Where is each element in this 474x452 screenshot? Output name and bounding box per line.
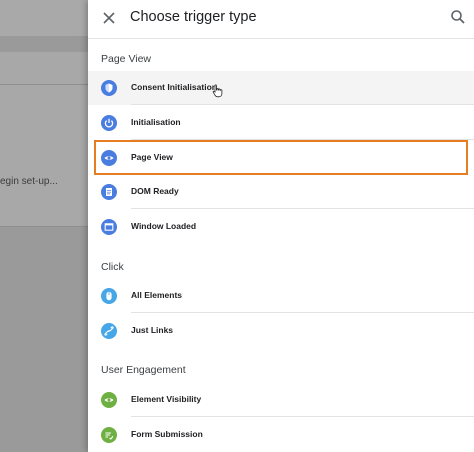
- trigger-item-element-visibility[interactable]: Element Visibility: [88, 383, 474, 417]
- screen: egin set-up... Choose trigger type Page …: [0, 0, 474, 452]
- trigger-item-label: Just Links: [131, 325, 174, 335]
- row-divider: [131, 139, 474, 140]
- power-icon: [101, 115, 117, 131]
- hand-cursor-icon: [212, 84, 223, 98]
- mouse-icon: [101, 288, 117, 304]
- trigger-type-panel: Choose trigger type Page View Consent In…: [88, 0, 474, 452]
- section-label-click: Click: [101, 261, 124, 273]
- document-icon: [101, 184, 117, 200]
- trigger-item-label: Initialisation: [131, 117, 181, 127]
- background-card: [0, 52, 88, 227]
- trigger-item-label: Page View: [131, 152, 173, 162]
- row-divider: [131, 416, 474, 417]
- trigger-item-label: All Elements: [131, 290, 183, 300]
- link-icon: [101, 323, 117, 339]
- trigger-item-page-view[interactable]: Page View: [88, 141, 474, 175]
- background-topbar: [0, 0, 88, 36]
- trigger-item-label: Element Visibility: [131, 394, 202, 404]
- background-page: egin set-up...: [0, 0, 88, 452]
- section-label-user-engagement: User Engagement: [101, 364, 186, 376]
- row-divider: [131, 208, 474, 209]
- panel-title: Choose trigger type: [130, 9, 257, 25]
- trigger-item-all-elements[interactable]: All Elements: [88, 279, 474, 313]
- row-divider: [131, 312, 474, 313]
- trigger-item-label: DOM Ready: [131, 186, 179, 196]
- form-icon: [101, 427, 117, 443]
- trigger-item-label: Consent Initialisation: [131, 82, 217, 92]
- trigger-item-label: Form Submission: [131, 429, 203, 439]
- trigger-item-dom-ready[interactable]: DOM Ready: [88, 175, 474, 209]
- trigger-item-window-loaded[interactable]: Window Loaded: [88, 210, 474, 244]
- eye-icon: [101, 392, 117, 408]
- row-divider: [131, 104, 474, 105]
- close-button[interactable]: [100, 9, 118, 27]
- window-icon: [101, 219, 117, 235]
- trigger-item-just-links[interactable]: Just Links: [88, 314, 474, 348]
- panel-header: Choose trigger type: [88, 0, 474, 39]
- trigger-item-form-submission[interactable]: Form Submission: [88, 418, 474, 452]
- search-button[interactable]: [450, 9, 466, 25]
- background-divider: [0, 84, 88, 85]
- shield-icon: [101, 80, 117, 96]
- trigger-item-label: Window Loaded: [131, 221, 197, 231]
- trigger-item-initialisation[interactable]: Initialisation: [88, 106, 474, 140]
- background-text: egin set-up...: [0, 176, 58, 187]
- trigger-item-consent-initialisation[interactable]: Consent Initialisation: [88, 71, 474, 105]
- close-icon: [103, 12, 115, 24]
- eye-icon: [101, 150, 117, 166]
- section-label-page-view: Page View: [101, 53, 152, 65]
- search-icon: [451, 10, 465, 24]
